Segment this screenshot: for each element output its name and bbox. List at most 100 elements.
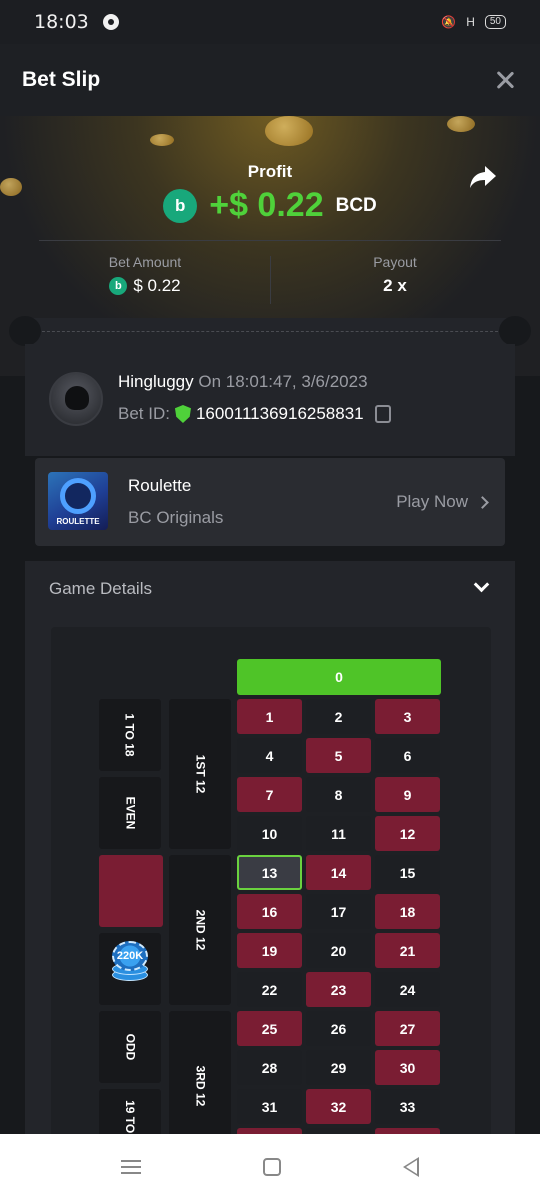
decorative-coin-icon: [447, 116, 475, 132]
bet-19-to-36[interactable]: 19 TO 36: [99, 1089, 161, 1134]
bet-label: 1 TO 18: [122, 713, 137, 757]
decorative-coin-icon: [265, 116, 313, 146]
ticket-notch: [9, 316, 41, 346]
bet-label: ODD: [122, 1033, 137, 1061]
number-cell-25[interactable]: 25: [237, 1011, 302, 1046]
number-cell-1[interactable]: 1: [237, 699, 302, 734]
number-cell-30[interactable]: 30: [375, 1050, 440, 1085]
number-cell-17[interactable]: 17: [306, 894, 371, 929]
chip-icon: 220K: [112, 941, 148, 971]
profit-currency: BCD: [335, 194, 377, 216]
close-icon[interactable]: [492, 67, 518, 93]
bcd-coin-icon: b: [163, 188, 198, 223]
number-cell-24[interactable]: 24: [375, 972, 440, 1007]
bet-odd[interactable]: ODD: [99, 1011, 161, 1083]
bet-black[interactable]: 220K: [99, 933, 161, 1005]
bet-label: EVEN: [123, 796, 137, 830]
bet-amount-label: Bet Amount: [108, 254, 182, 270]
play-now-label: Play Now: [396, 492, 468, 511]
number-cell-18[interactable]: 18: [375, 894, 440, 929]
decorative-coin-icon: [150, 134, 174, 146]
bet-red[interactable]: [99, 855, 163, 927]
recent-apps-icon[interactable]: [121, 1160, 141, 1174]
bet-dozen-3[interactable]: 3RD 12: [169, 1011, 231, 1134]
game-name: Roulette: [128, 476, 192, 495]
bettor-name[interactable]: Hingluggy: [118, 372, 194, 391]
share-icon[interactable]: [469, 164, 497, 190]
mute-icon: 🔕: [441, 15, 457, 29]
number-cell-0[interactable]: 0: [237, 659, 441, 695]
number-cell-29[interactable]: 29: [306, 1050, 371, 1085]
number-cell-16[interactable]: 16: [237, 894, 302, 929]
signal-icon: H: [466, 15, 475, 29]
bet-label: 19 TO 36: [123, 1100, 137, 1134]
bet-amount-value: $ 0.22: [133, 276, 181, 295]
page-title: Bet Slip: [22, 68, 101, 91]
payout-value-row: 2 x: [275, 276, 515, 296]
number-cell-7[interactable]: 7: [237, 777, 302, 812]
status-bar: 18:03 🔕 H 50: [0, 0, 540, 44]
bettor-info-card: Hingluggy On 18:01:47, 3/6/2023 Bet ID: …: [25, 344, 515, 456]
number-cell-14[interactable]: 14: [306, 855, 371, 890]
number-cell-4[interactable]: 4: [237, 738, 302, 773]
chrome-notification-icon: [102, 14, 119, 30]
profit-value: +$ 0.22: [209, 186, 324, 224]
bet-timestamp: On 18:01:47, 3/6/2023: [198, 372, 368, 391]
number-cell-28[interactable]: 28: [237, 1050, 302, 1085]
bet-dozen-2[interactable]: 2ND 12: [169, 855, 231, 1005]
game-details-title[interactable]: Game Details: [49, 579, 152, 599]
chevron-down-icon[interactable]: [473, 576, 490, 593]
number-cell-19[interactable]: 19: [237, 933, 302, 968]
roulette-board: 0 1 TO 18 EVEN 220K ODD 19 TO 36 1ST 12 …: [51, 627, 491, 1134]
game-card[interactable]: ROULETTE Roulette BC Originals Play Now: [35, 458, 505, 546]
number-cell-20[interactable]: 20: [306, 933, 371, 968]
number-cell-33[interactable]: 33: [375, 1089, 440, 1124]
chip-stack: 220K: [112, 941, 148, 983]
bcd-coin-icon: b: [109, 277, 128, 295]
number-cell-21[interactable]: 21: [375, 933, 440, 968]
number-cell-31[interactable]: 31: [237, 1089, 302, 1124]
number-cell-2[interactable]: 2: [306, 699, 371, 734]
bet-slip-content[interactable]: Profit b +$ 0.22 BCD Bet Amount b $ 0.22…: [0, 116, 540, 1134]
bet-1-to-18[interactable]: 1 TO 18: [99, 699, 161, 771]
profit-card: Profit b +$ 0.22 BCD Bet Amount b $ 0.22…: [25, 146, 515, 318]
number-cell-13[interactable]: 13: [237, 855, 302, 890]
back-icon[interactable]: [403, 1157, 419, 1177]
bet-amount-value-row: b $ 0.22: [25, 276, 265, 296]
status-icons: 🔕 H 50: [441, 15, 506, 29]
ticket-notch: [499, 316, 531, 346]
number-cell-12[interactable]: 12: [375, 816, 440, 851]
bet-even[interactable]: EVEN: [99, 777, 161, 849]
divider: [39, 240, 501, 241]
thumbnail-caption: ROULETTE: [56, 517, 100, 526]
bet-dozen-1[interactable]: 1ST 12: [169, 699, 231, 849]
number-cell-3[interactable]: 3: [375, 699, 440, 734]
payout-label: Payout: [373, 254, 417, 270]
play-now-button[interactable]: Play Now: [396, 492, 489, 512]
shield-icon: [174, 405, 191, 423]
number-cell-15[interactable]: 15: [375, 855, 440, 890]
copy-icon[interactable]: [374, 405, 391, 423]
payout-stat: Payout 2 x: [275, 254, 515, 296]
number-cell-26[interactable]: 26: [306, 1011, 371, 1046]
number-cell-32[interactable]: 32: [306, 1089, 371, 1124]
number-cell-23[interactable]: 23: [306, 972, 371, 1007]
number-cell-10[interactable]: 10: [237, 816, 302, 851]
number-cell-27[interactable]: 27: [375, 1011, 440, 1046]
number-cell-9[interactable]: 9: [375, 777, 440, 812]
dozen-label: 3RD 12: [193, 1065, 207, 1107]
home-icon[interactable]: [263, 1158, 281, 1176]
number-cell-22[interactable]: 22: [237, 972, 302, 1007]
dozen-label: 1ST 12: [192, 754, 207, 794]
bet-id-value: 160011136916258831: [195, 404, 364, 423]
game-details-card: Game Details 0 1 TO 18 EVEN 220K ODD 19 …: [25, 561, 515, 1134]
payout-value: 2 x: [383, 276, 407, 295]
bet-slip-header: Bet Slip: [0, 44, 540, 116]
number-cell-6[interactable]: 6: [375, 738, 440, 773]
number-cell-11[interactable]: 11: [306, 816, 371, 851]
avatar[interactable]: [49, 372, 103, 426]
decorative-coin-icon: [0, 178, 22, 196]
number-cell-8[interactable]: 8: [306, 777, 371, 812]
number-cell-5[interactable]: 5: [306, 738, 371, 773]
status-time: 18:03: [34, 11, 89, 33]
